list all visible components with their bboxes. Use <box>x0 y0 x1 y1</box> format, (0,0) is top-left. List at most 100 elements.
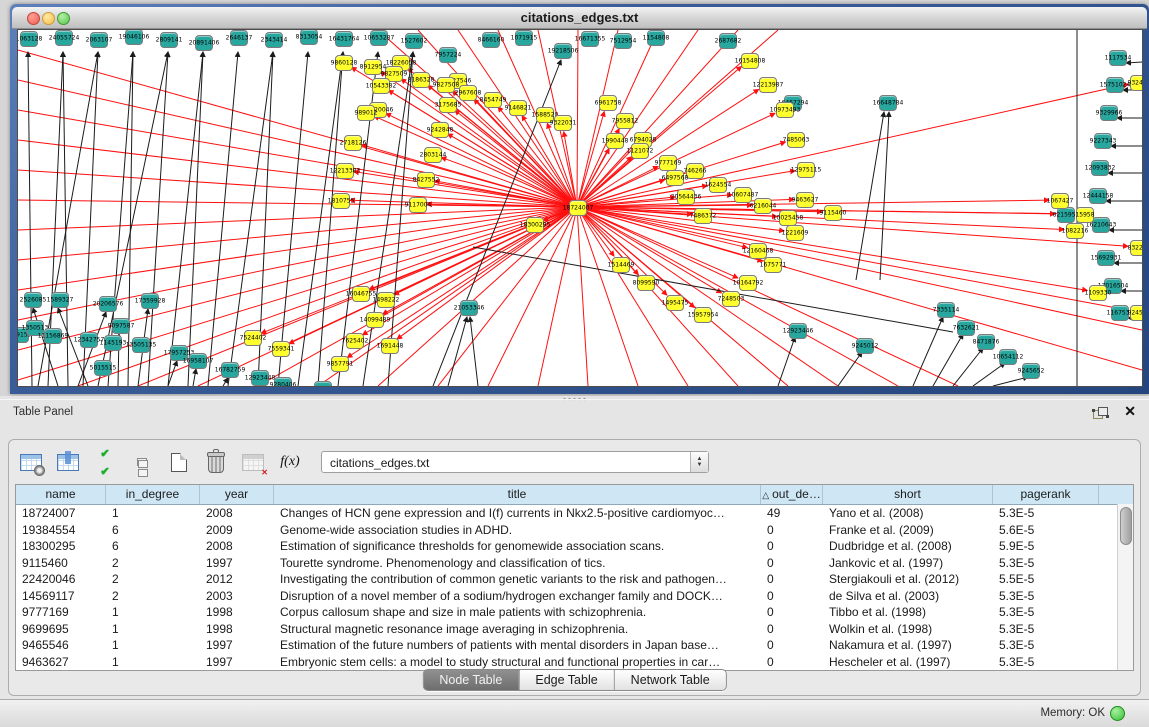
graph-node[interactable]: 1117534 <box>1109 50 1127 66</box>
select-all-columns-button[interactable]: ✔✔ <box>93 450 117 474</box>
graph-node[interactable]: 1498222 <box>377 292 395 308</box>
unselect-all-columns-button[interactable] <box>130 450 154 474</box>
table-row[interactable]: 1456911722003Disruption of a novel membe… <box>16 588 1133 605</box>
graph-node[interactable]: 10973493 <box>776 102 794 118</box>
graph-node[interactable]: 11156869 <box>44 328 62 344</box>
graph-node[interactable]: 1691448 <box>381 338 399 354</box>
graph-node[interactable]: 8454749 <box>484 92 502 108</box>
graph-node[interactable]: 16782759 <box>221 362 239 378</box>
graph-node[interactable]: 10653287 <box>370 30 388 46</box>
graph-node[interactable]: 12923446 <box>789 323 807 339</box>
tab-node-table[interactable]: Node Table <box>423 670 518 690</box>
graph-node[interactable]: 746266 <box>686 163 704 179</box>
graph-node[interactable]: 14099489 <box>366 312 384 328</box>
table-row[interactable]: 969969511998Structural magnetic resonanc… <box>16 621 1133 638</box>
graph-node[interactable]: 20891406 <box>195 35 213 51</box>
function-builder-button[interactable]: f(x) <box>278 450 302 474</box>
graph-node[interactable]: 1067427 <box>1051 193 1069 209</box>
graph-node[interactable]: 21053346 <box>460 300 478 316</box>
graph-node[interactable]: 12342757 <box>80 332 98 348</box>
graph-node[interactable]: 1527602 <box>405 33 423 49</box>
table-select-dropdown[interactable]: citations_edges.txt ▲▼ <box>321 451 709 473</box>
network-canvas[interactable]: 1872400718300295106312824055724206310719… <box>17 29 1143 387</box>
graph-node[interactable]: 13505135 <box>132 337 150 353</box>
graph-node[interactable]: 9777169 <box>659 155 677 171</box>
graph-node[interactable]: 1495475 <box>666 295 684 311</box>
graph-node[interactable]: 16046755 <box>352 286 370 302</box>
close-panel-icon[interactable]: ✕ <box>1124 403 1136 420</box>
graph-node[interactable]: 24055724 <box>55 30 73 46</box>
graph-node[interactable]: 10025458 <box>779 210 797 226</box>
graph-node[interactable]: 12213383 <box>336 163 354 179</box>
graph-node[interactable]: 12444158 <box>1089 188 1107 204</box>
graph-node[interactable]: 10164792 <box>739 275 757 291</box>
graph-node[interactable]: 9322031 <box>554 115 572 131</box>
tab-edge-table[interactable]: Edge Table <box>518 670 613 690</box>
graph-node[interactable]: 7485063 <box>787 132 805 148</box>
graph-node[interactable]: 15692931 <box>1097 250 1115 266</box>
table-row[interactable]: 1938455462009Genome-wide association stu… <box>16 522 1133 539</box>
graph-node[interactable]: 20564436 <box>677 189 695 205</box>
graph-node[interactable]: 2687682 <box>719 33 737 49</box>
graph-node[interactable]: 1106266 <box>314 381 332 387</box>
create-column-button[interactable] <box>167 450 191 474</box>
graph-node[interactable]: 16154808 <box>741 53 759 69</box>
graph-node[interactable]: 2718126 <box>344 135 362 151</box>
graph-node[interactable]: 8186328 <box>412 72 430 88</box>
graph-node[interactable]: 18300295 <box>526 217 544 233</box>
graph-node[interactable]: 924501 <box>1130 305 1143 321</box>
graph-node[interactable]: 15957954 <box>694 307 712 323</box>
graph-node[interactable]: 932458 <box>1130 75 1143 91</box>
delete-column-button[interactable] <box>204 450 228 474</box>
graph-node[interactable]: 9857791 <box>331 356 349 372</box>
graph-node[interactable]: 1063128 <box>20 31 38 47</box>
column-header-title[interactable]: title <box>274 485 761 504</box>
table-row[interactable]: 946554611997Estimation of the future num… <box>16 637 1133 654</box>
graph-node[interactable]: 20206576 <box>99 296 117 312</box>
graph-node[interactable]: 8466160 <box>482 32 500 48</box>
graph-node[interactable]: 1589327 <box>51 292 69 308</box>
graph-node[interactable]: 15751024 <box>1106 77 1124 93</box>
graph-node[interactable]: 7955812 <box>616 113 634 129</box>
table-row[interactable]: 1830029562008Estimation of significance … <box>16 538 1133 555</box>
graph-node[interactable]: 16210643 <box>1092 217 1110 233</box>
scrollbar-thumb[interactable] <box>1120 507 1132 545</box>
graph-node[interactable]: 16958107 <box>189 353 207 369</box>
graph-node[interactable]: 9245652 <box>1022 363 1040 379</box>
graph-node[interactable]: 7957224 <box>439 47 457 63</box>
graph-node[interactable]: 1624554 <box>709 177 727 193</box>
graph-node[interactable]: 16648784 <box>879 95 897 111</box>
graph-node[interactable]: 8471876 <box>977 334 995 350</box>
table-row[interactable]: 911546021997Tourette syndrome. Phenomeno… <box>16 555 1133 572</box>
graph-node[interactable]: 1514469 <box>612 257 630 273</box>
graph-node[interactable]: 8215958 <box>1057 207 1075 223</box>
graph-node[interactable]: 12975115 <box>797 162 815 178</box>
delete-table-button[interactable]: ✕ <box>241 450 265 474</box>
graph-node[interactable]: 6497568 <box>666 170 684 186</box>
graph-node[interactable]: 1675771 <box>764 257 782 273</box>
graph-node[interactable]: 10607487 <box>734 187 752 203</box>
graph-node[interactable]: 1221609 <box>786 225 804 241</box>
graph-node[interactable]: 2526085 <box>24 292 42 308</box>
graph-node[interactable]: 9115460 <box>824 205 842 221</box>
graph-node[interactable]: 8099590 <box>637 275 655 291</box>
graph-node[interactable]: 9463627 <box>796 192 814 208</box>
graph-node[interactable]: 12923448 <box>251 370 269 386</box>
graph-node[interactable]: 16671355 <box>581 31 599 47</box>
graph-node[interactable]: 9097587 <box>112 318 130 334</box>
graph-node[interactable]: 1071915 <box>515 30 533 46</box>
graph-node[interactable]: 8427552 <box>417 172 435 188</box>
graph-node[interactable]: 1154808 <box>647 30 665 46</box>
graph-node[interactable]: 19046106 <box>125 29 143 45</box>
graph-node[interactable]: 2063107 <box>90 32 108 48</box>
graph-node[interactable]: 7625402 <box>346 333 364 349</box>
graph-node[interactable]: 1082216 <box>1066 223 1084 239</box>
graph-node[interactable]: 1145193 <box>104 335 122 351</box>
graph-node[interactable]: 17359928 <box>141 293 159 309</box>
graph-node[interactable]: 6961758 <box>599 95 617 111</box>
graph-node[interactable]: 1109330 <box>1089 285 1107 301</box>
column-header-in_degree[interactable]: in_degree <box>106 485 200 504</box>
graph-node[interactable]: 9242848 <box>431 122 449 138</box>
graph-node[interactable]: 8313054 <box>300 29 318 45</box>
graph-node[interactable]: 6216044 <box>754 198 772 214</box>
